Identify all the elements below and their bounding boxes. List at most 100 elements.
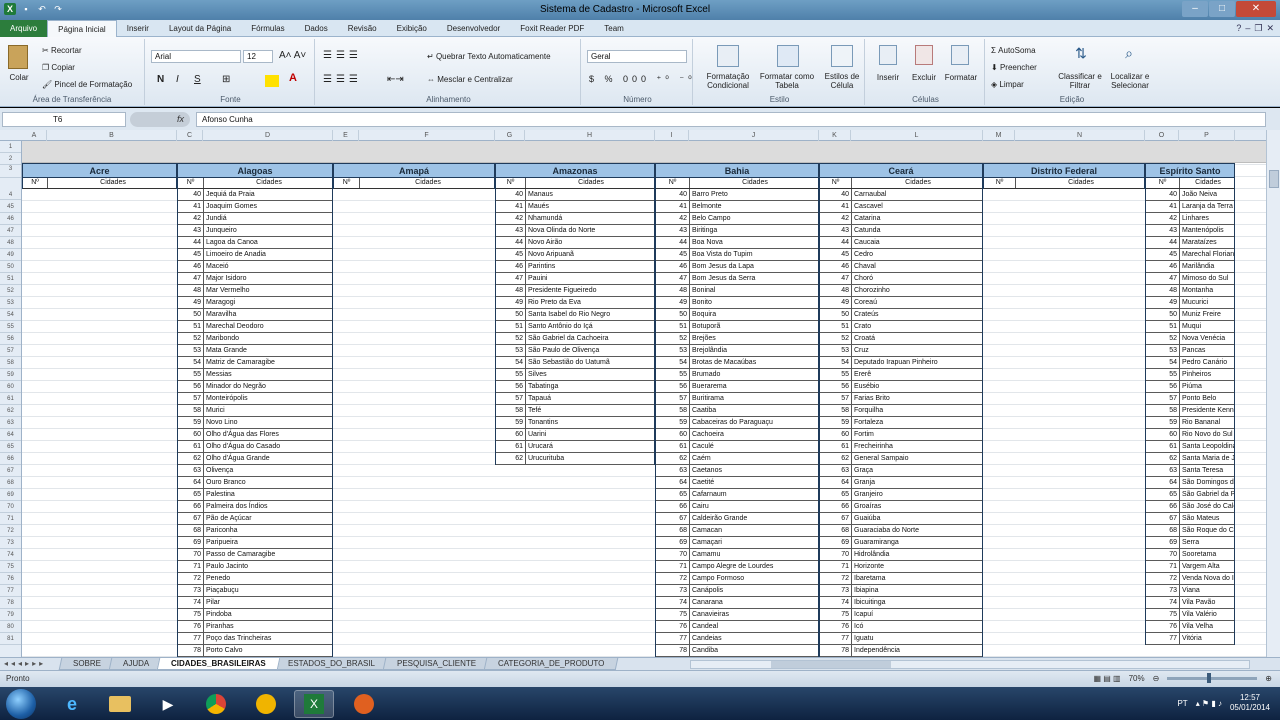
ribbon-tab[interactable]: Exibição — [387, 20, 437, 37]
wrap-text-button[interactable]: ↵ Quebrar Texto Automaticamente — [427, 52, 551, 61]
delete-cells-button[interactable]: Excluir — [905, 73, 943, 82]
city-number-cell[interactable]: 74 — [656, 597, 690, 608]
city-name-cell[interactable]: Buerarema — [690, 381, 818, 392]
row-header[interactable]: 71 — [0, 513, 21, 525]
city-number-cell[interactable]: 66 — [820, 501, 852, 512]
row-header[interactable]: 57 — [0, 345, 21, 357]
city-number-cell[interactable]: 67 — [1146, 513, 1180, 524]
row-header[interactable]: 68 — [0, 477, 21, 489]
city-name-cell[interactable]: Urucurituba — [526, 453, 654, 464]
city-name-cell[interactable]: Tabatinga — [526, 381, 654, 392]
city-name-cell[interactable]: Santa Leopoldina — [1180, 441, 1234, 452]
city-number-cell[interactable]: 54 — [178, 357, 204, 368]
row-header[interactable]: 52 — [0, 285, 21, 297]
city-name-cell[interactable]: Parintins — [526, 261, 654, 272]
excel-taskbar-icon[interactable]: X — [294, 690, 334, 718]
city-number-cell[interactable]: 48 — [1146, 285, 1180, 296]
horizontal-scrollbar[interactable] — [690, 660, 1250, 669]
city-name-cell[interactable]: Cabaceiras do Paraguaçu — [690, 417, 818, 428]
city-name-cell[interactable]: Canarana — [690, 597, 818, 608]
city-name-cell[interactable]: Marechal Floriano — [1180, 249, 1234, 260]
city-number-cell[interactable]: 78 — [178, 645, 204, 656]
city-number-cell[interactable]: 44 — [656, 237, 690, 248]
city-number-cell[interactable]: 51 — [820, 321, 852, 332]
city-number-cell[interactable]: 45 — [656, 249, 690, 260]
ribbon-tab[interactable]: Foxit Reader PDF — [510, 20, 594, 37]
city-name-cell[interactable]: Vila Pavão — [1180, 597, 1234, 608]
city-name-cell[interactable]: Jundiá — [204, 213, 332, 224]
city-number-cell[interactable]: 44 — [1146, 237, 1180, 248]
city-number-cell[interactable]: 61 — [496, 441, 526, 452]
city-name-cell[interactable]: Canápolis — [690, 585, 818, 596]
font-name-select[interactable]: Arial — [151, 50, 241, 63]
city-number-cell[interactable]: 43 — [496, 225, 526, 236]
zoom-in-icon[interactable]: ⊕ — [1265, 674, 1272, 683]
city-name-cell[interactable]: Campo Alegre de Lourdes — [690, 561, 818, 572]
city-name-cell[interactable]: Pinheiros — [1180, 369, 1234, 380]
number-column-header[interactable]: Nº — [984, 178, 1016, 188]
city-name-cell[interactable]: Ibaretama — [852, 573, 982, 584]
horizontal-align-icons[interactable]: ☰☰☰ — [323, 74, 362, 85]
number-column-header[interactable]: Nº — [820, 178, 852, 188]
row-header[interactable]: 65 — [0, 441, 21, 453]
vertical-scrollbar[interactable] — [1266, 130, 1280, 657]
city-name-cell[interactable]: Boa Nova — [690, 237, 818, 248]
city-name-cell[interactable]: Maués — [526, 201, 654, 212]
row-header[interactable]: 46 — [0, 213, 21, 225]
city-number-cell[interactable]: 76 — [656, 621, 690, 632]
row-header[interactable]: 72 — [0, 525, 21, 537]
city-number-cell[interactable]: 51 — [178, 321, 204, 332]
city-name-cell[interactable]: Maravilha — [204, 309, 332, 320]
city-number-cell[interactable]: 40 — [1146, 189, 1180, 200]
column-header[interactable]: A — [22, 130, 47, 141]
city-name-cell[interactable]: Palestina — [204, 489, 332, 500]
column-header[interactable]: C — [177, 130, 203, 141]
city-number-cell[interactable]: 48 — [656, 285, 690, 296]
city-name-cell[interactable]: Choró — [852, 273, 982, 284]
row-header[interactable]: 76 — [0, 573, 21, 585]
city-name-cell[interactable]: Deputado Irapuan Pinheiro — [852, 357, 982, 368]
city-name-cell[interactable]: Sooretama — [1180, 549, 1234, 560]
font-size-select[interactable]: 12 — [243, 50, 273, 63]
row-header[interactable]: 74 — [0, 549, 21, 561]
city-name-cell[interactable]: Mar Vermelho — [204, 285, 332, 296]
city-number-cell[interactable]: 54 — [656, 357, 690, 368]
city-number-cell[interactable]: 68 — [820, 525, 852, 536]
city-number-cell[interactable]: 76 — [178, 621, 204, 632]
row-header[interactable]: 61 — [0, 393, 21, 405]
city-name-cell[interactable]: Paulo Jacinto — [204, 561, 332, 572]
city-number-cell[interactable]: 45 — [496, 249, 526, 260]
city-name-cell[interactable]: São Paulo de Olivença — [526, 345, 654, 356]
column-header[interactable]: G — [495, 130, 525, 141]
city-name-cell[interactable]: Farias Brito — [852, 393, 982, 404]
city-number-cell[interactable]: 72 — [820, 573, 852, 584]
city-number-cell[interactable]: 51 — [656, 321, 690, 332]
city-name-cell[interactable]: Pariconha — [204, 525, 332, 536]
city-number-cell[interactable]: 41 — [178, 201, 204, 212]
ribbon-tab[interactable]: Página Inicial — [47, 20, 117, 37]
city-number-cell[interactable]: 42 — [496, 213, 526, 224]
city-name-cell[interactable]: Coreaú — [852, 297, 982, 308]
city-name-cell[interactable]: Junqueiro — [204, 225, 332, 236]
city-number-cell[interactable]: 76 — [1146, 621, 1180, 632]
city-name-cell[interactable]: Mata Grande — [204, 345, 332, 356]
city-name-cell[interactable]: Presidente Kennedy — [1180, 405, 1234, 416]
ie-icon[interactable]: e — [52, 690, 92, 718]
city-number-cell[interactable]: 60 — [178, 429, 204, 440]
city-name-cell[interactable]: Caculé — [690, 441, 818, 452]
column-header[interactable]: B — [47, 130, 177, 141]
city-name-cell[interactable]: Caém — [690, 453, 818, 464]
city-number-cell[interactable]: 67 — [820, 513, 852, 524]
city-name-cell[interactable]: Ererê — [852, 369, 982, 380]
city-number-cell[interactable]: 71 — [656, 561, 690, 572]
ribbon-tab[interactable]: Fórmulas — [241, 20, 294, 37]
city-number-cell[interactable]: 57 — [1146, 393, 1180, 404]
city-name-cell[interactable]: Caatiba — [690, 405, 818, 416]
city-number-cell[interactable]: 50 — [178, 309, 204, 320]
merge-center-button[interactable]: ⇔ Mesclar e Centralizar — [427, 75, 513, 84]
city-number-cell[interactable]: 60 — [496, 429, 526, 440]
autosum-button[interactable]: Σ AutoSoma — [991, 46, 1036, 55]
city-number-cell[interactable]: 69 — [178, 537, 204, 548]
city-number-cell[interactable]: 42 — [1146, 213, 1180, 224]
indent-icons[interactable]: ⇤⇥ — [387, 74, 404, 85]
